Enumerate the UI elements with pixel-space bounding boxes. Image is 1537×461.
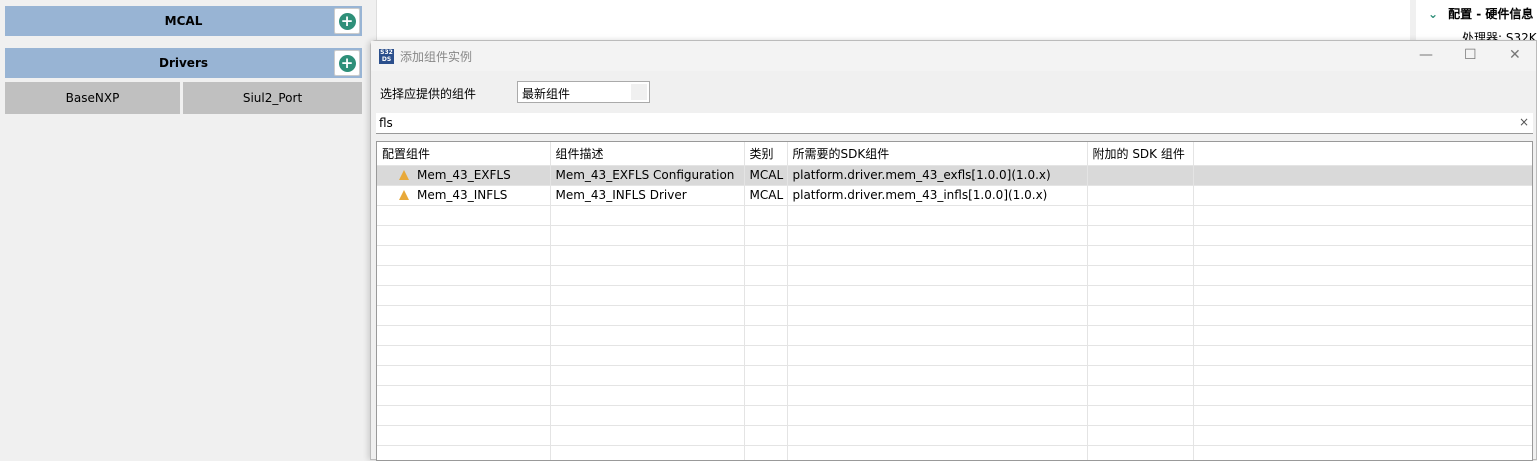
col-header-desc[interactable]: 组件描述: [550, 142, 745, 166]
empty-row: [377, 225, 1532, 246]
add-drivers-button[interactable]: +: [334, 50, 360, 76]
group-drivers[interactable]: Drivers +: [5, 48, 362, 78]
empty-row: [377, 285, 1532, 306]
cell-desc: Mem_43_EXFLS Configuration: [550, 165, 745, 186]
dialog-titlebar: S32 DS 添加组件实例 — ☐ ✕: [371, 41, 1536, 71]
empty-row: [377, 305, 1532, 326]
cell-category: MCAL: [744, 185, 788, 206]
editor-area: [376, 0, 1410, 40]
col-header-filler: [1193, 142, 1532, 166]
maximize-button[interactable]: ☐: [1464, 47, 1477, 63]
col-header-config[interactable]: 配置组件: [377, 142, 551, 166]
col-header-sdk[interactable]: 所需要的SDK组件: [787, 142, 1088, 166]
col-header-category[interactable]: 类别: [744, 142, 788, 166]
component-name: Mem_43_INFLS: [417, 188, 508, 202]
search-value: fls: [379, 116, 393, 130]
empty-row: [377, 365, 1532, 386]
warning-icon: [399, 170, 409, 180]
s32ds-logo-icon: S32 DS: [379, 48, 394, 64]
select-value: 最新组件: [522, 87, 571, 101]
chevron-down-icon: ⌄: [1428, 7, 1439, 21]
group-label: Drivers: [158, 56, 208, 70]
cell-category: MCAL: [744, 165, 788, 186]
empty-row: [377, 405, 1532, 426]
minimize-button[interactable]: —: [1419, 47, 1433, 63]
table-row[interactable]: Mem_43_EXFLS Mem_43_EXFLS Configuration …: [377, 165, 1532, 186]
empty-row: [377, 245, 1532, 266]
empty-row: [377, 345, 1532, 366]
add-component-dialog: S32 DS 添加组件实例 — ☐ ✕ 选择应提供的组件 最新组件 fls × 配置…: [370, 40, 1537, 461]
cell-config: Mem_43_INFLS: [377, 185, 551, 206]
plus-icon: +: [338, 54, 356, 72]
hardware-info-title: 配置 - 硬件信息: [1448, 7, 1534, 21]
empty-row: [377, 265, 1532, 286]
dropdown-button[interactable]: [631, 84, 647, 100]
select-label: 选择应提供的组件: [380, 87, 477, 101]
add-mcal-button[interactable]: +: [334, 8, 360, 34]
cell-extra-sdk: [1087, 185, 1194, 206]
col-header-extra-sdk[interactable]: 附加的 SDK 组件: [1087, 142, 1194, 166]
cell-desc: Mem_43_INFLS Driver: [550, 185, 745, 206]
group-mcal[interactable]: MCAL +: [5, 6, 362, 36]
cell-sdk: platform.driver.mem_43_exfls[1.0.0](1.0.…: [787, 165, 1088, 186]
empty-row: [377, 205, 1532, 226]
component-siul2-port[interactable]: Siul2_Port: [183, 82, 362, 114]
component-name: Mem_43_EXFLS: [417, 168, 511, 182]
component-version-select[interactable]: 最新组件: [517, 81, 650, 103]
clear-search-icon[interactable]: ×: [1519, 115, 1529, 129]
left-panel: MCAL + Drivers + BaseNXP Siul2_Port: [0, 0, 370, 460]
close-button[interactable]: ✕: [1509, 47, 1521, 63]
plus-icon: +: [338, 12, 356, 30]
warning-icon: [399, 190, 409, 200]
cell-filler: [1193, 165, 1532, 186]
hardware-info-header[interactable]: ⌄ 配置 - 硬件信息: [1428, 5, 1533, 22]
cell-filler: [1193, 185, 1532, 206]
cell-config: Mem_43_EXFLS: [377, 165, 551, 186]
components-table: 配置组件 组件描述 类别 所需要的SDK组件 附加的 SDK 组件 Mem_43…: [376, 141, 1533, 461]
table-row[interactable]: Mem_43_INFLS Mem_43_INFLS Driver MCAL pl…: [377, 185, 1532, 206]
cell-sdk: platform.driver.mem_43_infls[1.0.0](1.0.…: [787, 185, 1088, 206]
empty-row: [377, 385, 1532, 406]
component-basenxp[interactable]: BaseNXP: [5, 82, 180, 114]
cell-extra-sdk: [1087, 165, 1194, 186]
empty-row: [377, 325, 1532, 346]
empty-row: [377, 445, 1532, 460]
dialog-title: 添加组件实例: [400, 49, 473, 64]
search-input[interactable]: fls ×: [376, 113, 1533, 134]
empty-row: [377, 425, 1532, 446]
group-label: MCAL: [164, 14, 203, 28]
